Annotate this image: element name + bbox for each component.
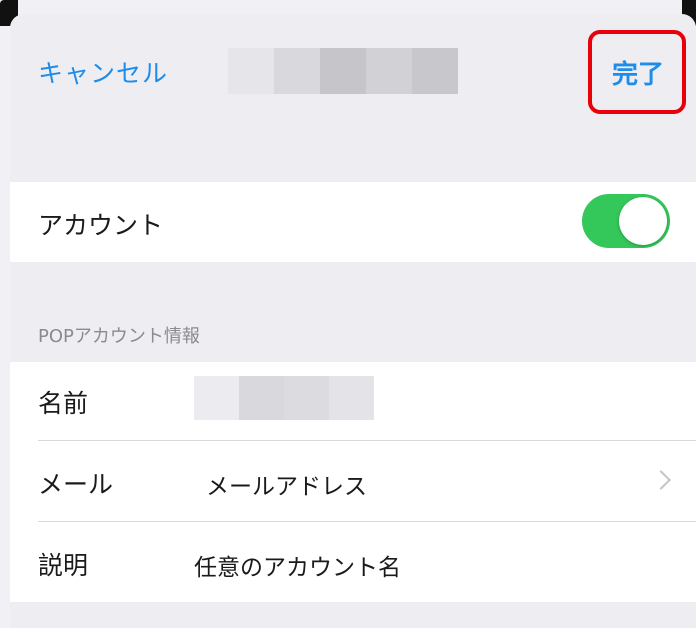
account-toggle-row: アカウント: [10, 182, 696, 262]
description-label: 説明: [38, 551, 89, 580]
blur-block: [320, 48, 366, 94]
mail-value: メールアドレス: [206, 474, 367, 500]
navigation-bar: キャンセル 完了: [10, 14, 696, 124]
account-label: アカウント: [38, 211, 164, 240]
section-header-pop-info: POPアカウント情報: [38, 326, 200, 347]
cancel-button[interactable]: キャンセル: [38, 54, 168, 90]
blur-block: [284, 376, 329, 420]
blur-block: [274, 48, 320, 94]
blurred-name-value: [194, 376, 374, 420]
blur-block: [366, 48, 412, 94]
bottom-background: [10, 602, 696, 628]
done-button[interactable]: 完了: [612, 54, 664, 91]
mail-row[interactable]: メール メールアドレス: [10, 441, 696, 521]
pop-info-group: 名前 メール メールアドレス 説明 任意のアカウント名: [10, 362, 696, 602]
description-value: 任意のアカウント名: [194, 555, 401, 581]
chevron-right-icon: [651, 470, 671, 490]
toggle-knob: [619, 197, 667, 245]
blurred-title: [228, 48, 458, 94]
description-row[interactable]: 説明 任意のアカウント名: [10, 522, 696, 602]
account-toggle[interactable]: [582, 194, 670, 248]
blur-block: [239, 376, 284, 420]
mail-label: メール: [38, 470, 114, 499]
account-sheet: キャンセル 完了 アカウント POPアカウント情報 名前 メール メールアドレス…: [10, 14, 696, 628]
blur-block: [228, 48, 274, 94]
blur-block: [194, 376, 239, 420]
blur-block: [412, 48, 458, 94]
name-label: 名前: [38, 389, 89, 418]
name-row[interactable]: 名前: [10, 362, 696, 440]
blur-block: [329, 376, 374, 420]
